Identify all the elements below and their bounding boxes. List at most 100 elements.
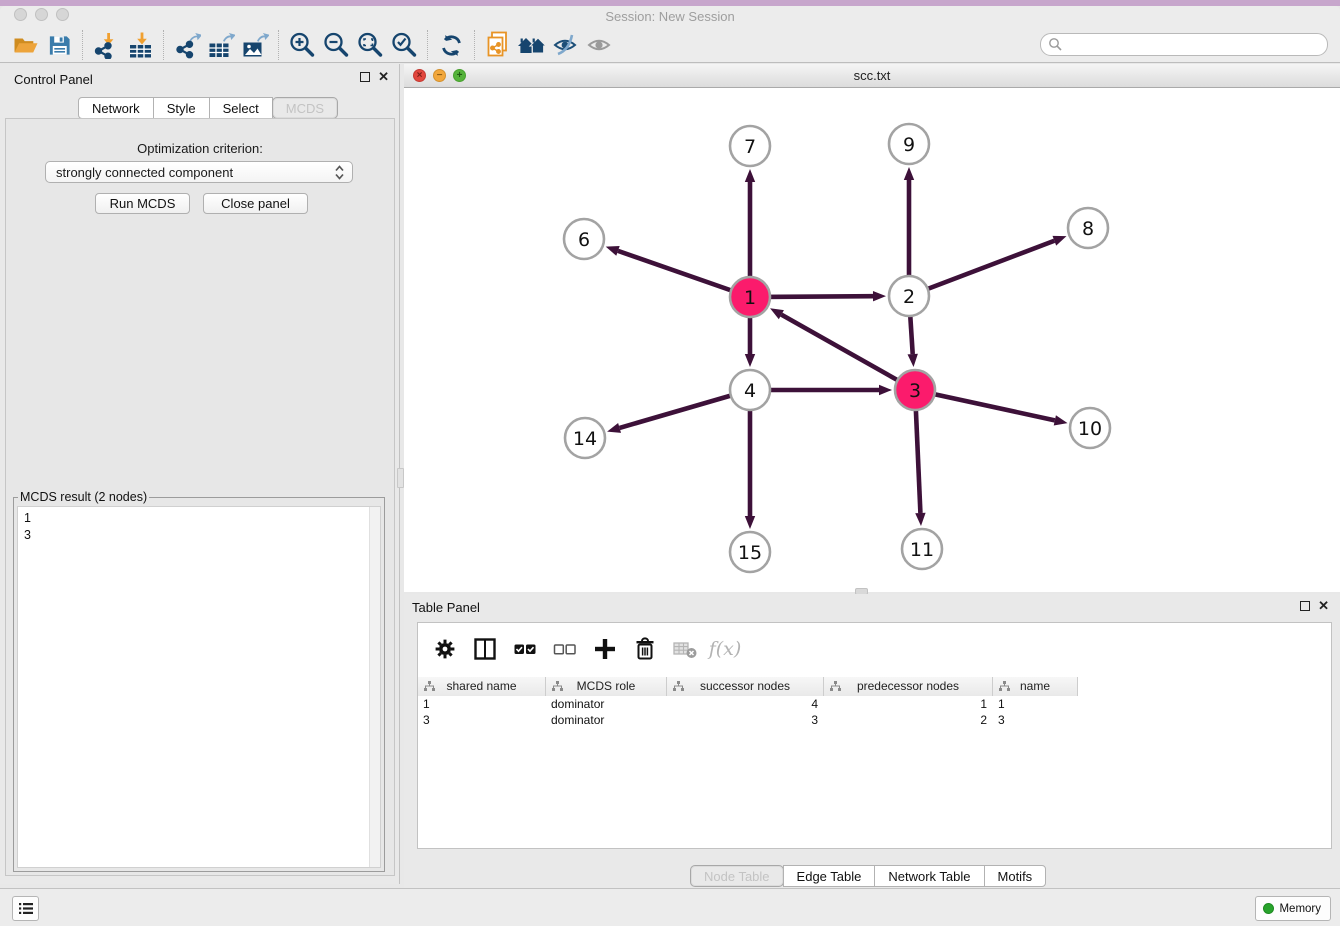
table-rows: 1dominator4113dominator323 bbox=[418, 696, 1331, 728]
graph-node-6[interactable]: 6 bbox=[564, 219, 604, 259]
dropdown-value: strongly connected component bbox=[56, 165, 233, 180]
float-table-panel-icon[interactable] bbox=[1300, 601, 1310, 611]
table-header-row[interactable]: shared nameMCDS rolesuccessor nodesprede… bbox=[418, 677, 1078, 696]
close-table-panel-icon[interactable]: ✕ bbox=[1318, 601, 1329, 611]
cell: 4 bbox=[667, 696, 824, 712]
function-builder-icon-disabled: f(x) bbox=[712, 636, 738, 662]
svg-text:15: 15 bbox=[738, 542, 762, 564]
tab-style[interactable]: Style bbox=[153, 97, 210, 119]
close-panel-button[interactable]: Close panel bbox=[203, 193, 308, 214]
network-window-titlebar[interactable]: × − + scc.txt bbox=[404, 64, 1340, 88]
show-graphics-details-icon[interactable] bbox=[583, 30, 617, 60]
status-bar: Memory bbox=[0, 888, 1340, 926]
graph-node-8[interactable]: 8 bbox=[1068, 208, 1108, 248]
table-settings-gear-icon[interactable] bbox=[432, 636, 458, 662]
network-canvas[interactable]: 7 9 6 8 1 2 4 3 14 10 15 11 bbox=[404, 88, 1340, 592]
network-view-window: × − + scc.txt 7 9 6 8 1 2 4 3 14 10 15 11 bbox=[404, 64, 1340, 592]
graph-node-9[interactable]: 9 bbox=[889, 124, 929, 164]
graph-node-3[interactable]: 3 bbox=[895, 370, 935, 410]
tab-motifs[interactable]: Motifs bbox=[984, 865, 1047, 887]
search-input[interactable] bbox=[1040, 33, 1328, 56]
home-icon[interactable] bbox=[515, 30, 549, 60]
arrowhead-3-10 bbox=[1054, 415, 1068, 425]
cell: 1 bbox=[824, 696, 993, 712]
import-table-icon[interactable] bbox=[123, 30, 157, 60]
graph-node-10[interactable]: 10 bbox=[1070, 408, 1110, 448]
save-session-icon[interactable] bbox=[42, 30, 76, 60]
toolbar-separator bbox=[163, 30, 164, 60]
zoom-in-icon[interactable] bbox=[285, 30, 319, 60]
tab-node-table[interactable]: Node Table bbox=[690, 865, 784, 887]
arrowhead-1-2 bbox=[873, 291, 886, 301]
float-panel-icon[interactable] bbox=[360, 72, 370, 82]
cell: 3 bbox=[993, 712, 1078, 728]
result-scrollbar[interactable] bbox=[369, 507, 380, 867]
export-network-icon[interactable] bbox=[170, 30, 204, 60]
mcds-result-textarea[interactable]: 13 bbox=[17, 506, 381, 868]
table-row[interactable]: 1dominator411 bbox=[418, 696, 1331, 712]
edge-3-1[interactable] bbox=[781, 315, 915, 390]
mcds-result-title: MCDS result (2 nodes) bbox=[18, 490, 149, 504]
import-network-icon[interactable] bbox=[89, 30, 123, 60]
cell: 2 bbox=[824, 712, 993, 728]
deselect-all-rows-icon[interactable] bbox=[552, 636, 578, 662]
export-image-icon[interactable] bbox=[238, 30, 272, 60]
cell: 1 bbox=[418, 696, 546, 712]
memory-button[interactable]: Memory bbox=[1255, 896, 1331, 921]
table-panel-tabs: Node TableEdge TableNetwork TableMotifs bbox=[690, 865, 1046, 887]
tab-network-table[interactable]: Network Table bbox=[874, 865, 984, 887]
window-title: Session: New Session bbox=[0, 9, 1340, 24]
graph-node-14[interactable]: 14 bbox=[565, 418, 605, 458]
toolbar-separator bbox=[474, 30, 475, 60]
task-history-button[interactable] bbox=[12, 896, 39, 921]
network-window-title: scc.txt bbox=[404, 68, 1340, 83]
graph-node-4[interactable]: 4 bbox=[730, 370, 770, 410]
network-graph[interactable]: 7 9 6 8 1 2 4 3 14 10 15 11 bbox=[404, 88, 1340, 592]
refresh-icon[interactable] bbox=[434, 30, 468, 60]
table-row[interactable]: 3dominator323 bbox=[418, 712, 1331, 728]
run-mcds-button[interactable]: Run MCDS bbox=[95, 193, 190, 214]
arrowhead-4-14 bbox=[607, 423, 621, 433]
tab-network[interactable]: Network bbox=[78, 97, 154, 119]
tab-edge-table[interactable]: Edge Table bbox=[783, 865, 876, 887]
column-header-predecessor-nodes[interactable]: predecessor nodes bbox=[824, 677, 993, 696]
export-table-icon[interactable] bbox=[204, 30, 238, 60]
dropdown-stepper-icon bbox=[333, 164, 346, 181]
tab-mcds[interactable]: MCDS bbox=[272, 97, 338, 119]
zoom-out-icon[interactable] bbox=[319, 30, 353, 60]
graph-node-1[interactable]: 1 bbox=[730, 277, 770, 317]
table-panel: Table Panel ✕ bbox=[404, 594, 1340, 888]
graph-node-15[interactable]: 15 bbox=[730, 532, 770, 572]
show-column-panel-icon[interactable] bbox=[472, 636, 498, 662]
arrowhead-1-4 bbox=[745, 354, 755, 367]
svg-text:11: 11 bbox=[910, 539, 934, 561]
arrowhead-4-15 bbox=[745, 516, 755, 529]
optimization-criterion-dropdown[interactable]: strongly connected component bbox=[45, 161, 353, 183]
graph-node-11[interactable]: 11 bbox=[902, 529, 942, 569]
zoom-selected-icon[interactable] bbox=[387, 30, 421, 60]
vertical-splitter-grip[interactable] bbox=[397, 468, 404, 488]
hide-graphics-details-icon[interactable] bbox=[549, 30, 583, 60]
control-panel-title: Control Panel bbox=[14, 72, 93, 87]
result-line: 1 bbox=[24, 510, 374, 527]
open-network-view-icon[interactable] bbox=[481, 30, 515, 60]
arrowhead-1-7 bbox=[745, 169, 755, 182]
zoom-fit-icon[interactable] bbox=[353, 30, 387, 60]
column-header-successor-nodes[interactable]: successor nodes bbox=[667, 677, 824, 696]
graph-node-7[interactable]: 7 bbox=[730, 126, 770, 166]
open-folder-icon[interactable] bbox=[8, 30, 42, 60]
edge-2-8[interactable] bbox=[909, 241, 1054, 296]
app-titlebar: Session: New Session bbox=[0, 6, 1340, 28]
edge-3-10[interactable] bbox=[915, 390, 1055, 420]
close-panel-icon[interactable]: ✕ bbox=[378, 72, 389, 82]
column-header-name[interactable]: name bbox=[993, 677, 1078, 696]
tab-select[interactable]: Select bbox=[209, 97, 273, 119]
delete-column-trash-icon[interactable] bbox=[632, 636, 658, 662]
column-header-MCDS-role[interactable]: MCDS role bbox=[546, 677, 667, 696]
create-column-plus-icon[interactable] bbox=[592, 636, 618, 662]
arrowhead-4-3 bbox=[879, 385, 892, 395]
list-icon bbox=[18, 901, 34, 916]
select-all-rows-icon[interactable] bbox=[512, 636, 538, 662]
graph-node-2[interactable]: 2 bbox=[889, 276, 929, 316]
column-header-shared-name[interactable]: shared name bbox=[418, 677, 546, 696]
